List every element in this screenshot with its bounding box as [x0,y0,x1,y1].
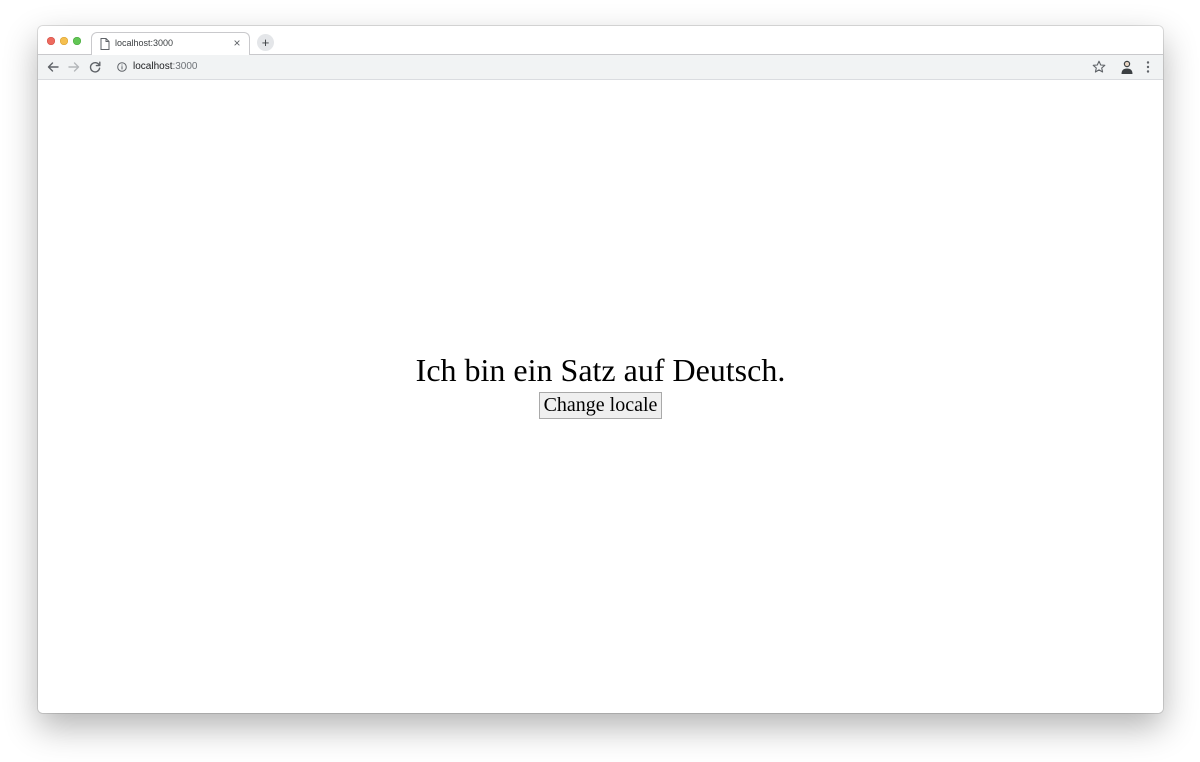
browser-toolbar: localhost:3000 [38,55,1163,80]
page-content: Ich bin ein Satz auf Deutsch. Change loc… [38,350,1163,419]
new-tab-button[interactable]: + [257,34,274,51]
url-host: localhost [133,61,173,72]
address-bar[interactable]: localhost:3000 [112,57,1110,77]
tab-close-icon[interactable]: × [231,37,243,49]
page-viewport: Ich bin ein Satz auf Deutsch. Change loc… [38,80,1163,713]
browser-window: localhost:3000 × + localhost:3000 Ich bi… [38,26,1163,713]
arrow-back-icon[interactable] [46,60,60,74]
url-port: :3000 [172,61,198,72]
tab-strip: localhost:3000 × + [38,26,1163,56]
window-maximize-button[interactable] [73,37,81,45]
tab-localhost[interactable]: localhost:3000 × [91,32,250,56]
file-icon [100,38,110,50]
info-icon[interactable] [117,62,127,72]
url-text[interactable]: localhost:3000 [133,61,198,72]
change-locale-button[interactable]: Change locale [538,392,663,419]
window-minimize-button[interactable] [60,37,68,45]
tab-title: localhost:3000 [115,38,174,48]
profile-icon[interactable] [1120,59,1134,75]
star-icon[interactable] [1092,60,1106,74]
arrow-forward-icon[interactable] [67,60,81,74]
kebab-menu-icon[interactable] [1142,60,1154,74]
german-sentence: Ich bin ein Satz auf Deutsch. [415,352,786,388]
reload-icon[interactable] [88,60,102,74]
window-close-button[interactable] [47,37,55,45]
